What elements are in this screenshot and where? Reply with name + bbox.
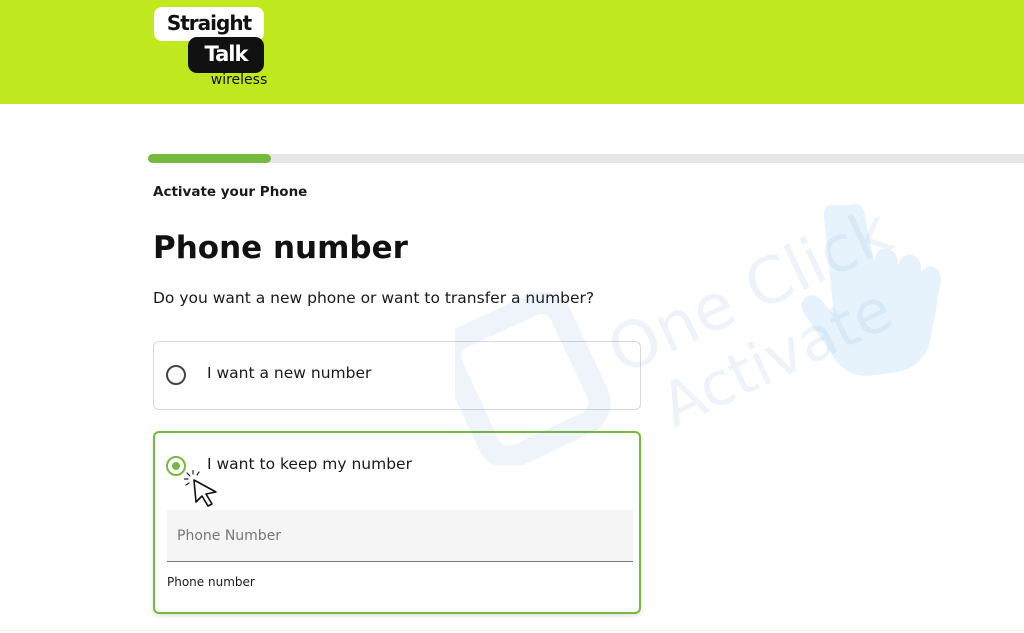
logo-talk-text: Talk (188, 37, 264, 73)
hand-pointer-icon (801, 203, 941, 376)
new-number-radio[interactable] (166, 365, 186, 385)
question-text: Do you want a new phone or want to trans… (153, 289, 595, 307)
pointer-arrow-icon (184, 470, 217, 507)
option-keep-number-label: I want to keep my number (207, 455, 412, 473)
straight-talk-logo[interactable]: Straight Talk wireless (152, 7, 272, 91)
watermark-line1: One Click (597, 194, 903, 389)
logo-straight-text: Straight (154, 7, 264, 41)
one-click-activate-watermark: One Click Activate (455, 194, 941, 465)
watermark-line2: Activate (651, 274, 903, 441)
footer-divider (0, 630, 1024, 631)
progress-bar (148, 154, 1024, 163)
page-title: Phone number (153, 230, 408, 266)
option-keep-number[interactable]: I want to keep my number Phone number (153, 431, 641, 614)
site-header: Straight Talk wireless (0, 0, 1024, 104)
phone-number-helper: Phone number (167, 575, 255, 589)
keep-number-radio[interactable] (166, 456, 186, 476)
option-new-number[interactable]: I want a new number (153, 341, 641, 410)
logo-wireless-text: wireless (210, 72, 268, 88)
radio-selected-dot (172, 462, 180, 470)
step-label: Activate your Phone (153, 184, 308, 200)
progress-bar-fill (148, 154, 271, 163)
phone-number-input[interactable] (167, 510, 633, 562)
option-new-number-label: I want a new number (207, 364, 372, 382)
